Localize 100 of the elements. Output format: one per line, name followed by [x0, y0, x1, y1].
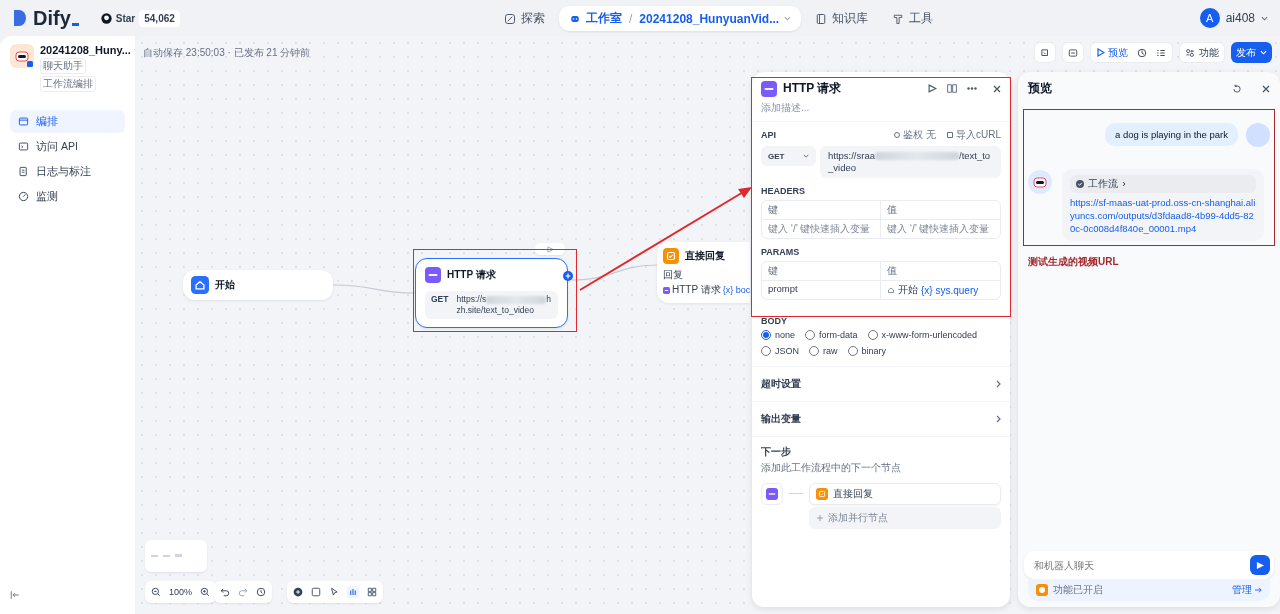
collapsible-section[interactable]: 输出变量 [752, 401, 1010, 436]
arrow-right-icon [1255, 587, 1262, 593]
chevron-right-icon [996, 415, 1001, 423]
section-description: 添加此工作流程中的下一个节点 [761, 461, 902, 475]
radio-label[interactable]: binary [861, 346, 887, 356]
terminal-icon [18, 141, 29, 152]
http-node-icon [663, 286, 670, 294]
radio-label[interactable]: JSON [775, 346, 799, 356]
user-message: a dog is playing in the park [1104, 123, 1238, 146]
method-label: GET [431, 294, 449, 306]
undo-icon[interactable] [220, 587, 230, 597]
collapsible-section[interactable]: 超时设置 [752, 366, 1010, 401]
add-parallel-node-button[interactable]: 添加并行节点 [809, 507, 1001, 529]
body-type-radio[interactable] [867, 330, 878, 340]
run-icon[interactable] [928, 84, 937, 93]
http-request-node[interactable]: HTTP 请求 GET https://s hzh.site/text_to_video [415, 258, 568, 328]
chevron-right-icon [1122, 181, 1126, 187]
layout-icon[interactable] [367, 587, 377, 597]
github-star-link[interactable]: Star [115, 12, 136, 24]
url-field[interactable]: https://sraa /text_to_video [820, 146, 1001, 178]
add-node-icon[interactable] [563, 271, 573, 281]
robot-icon [1033, 176, 1047, 188]
features-button[interactable]: 功能 [1179, 42, 1225, 63]
start-node[interactable]: 开始 [183, 270, 333, 300]
manage-link[interactable]: 管理 [1232, 583, 1262, 597]
nav-tab[interactable]: 工具 [882, 6, 944, 31]
body-type-radio[interactable] [847, 346, 858, 356]
plus-icon [817, 515, 823, 521]
section-label: BODY [761, 316, 787, 326]
list-icon[interactable] [1156, 47, 1166, 58]
sidebar-item[interactable]: 监测 [10, 185, 125, 208]
note-icon[interactable] [311, 587, 321, 597]
panel-title: 预览 [1028, 80, 1052, 97]
refresh-icon[interactable] [1232, 83, 1242, 94]
body-type-radio[interactable] [809, 346, 819, 356]
book-icon[interactable] [947, 84, 957, 93]
body-type-radio[interactable] [761, 330, 771, 340]
collapse-sidebar-icon[interactable] [10, 590, 20, 600]
env-button[interactable] [1062, 42, 1084, 63]
features-icon [1036, 584, 1048, 596]
body-type-radio[interactable] [761, 346, 771, 356]
user-avatar [1246, 123, 1270, 147]
preview-button[interactable]: 预览 [1097, 45, 1128, 60]
section-label: HEADERS [761, 186, 805, 196]
node-title: 开始 [215, 278, 235, 292]
workflow-status[interactable]: 工作流 [1070, 175, 1256, 193]
app-name[interactable]: 20241208_Huny... [40, 44, 131, 56]
sidebar-item[interactable]: 日志与标注 [10, 160, 125, 183]
chat-input[interactable]: 和机器人聊天 [1032, 558, 1250, 572]
sidebar-item[interactable]: 编排 [10, 110, 125, 133]
annotation-text: 测试生成的视频URL [1028, 255, 1120, 269]
radio-label[interactable]: form-data [819, 330, 858, 340]
more-icon[interactable] [967, 87, 977, 90]
history-icon[interactable] [256, 587, 266, 597]
body-type-radio[interactable] [805, 330, 816, 340]
variables-icon [1068, 47, 1078, 58]
nav-tab[interactable]: 工作室 / 20241208_HunyuanVid... [559, 6, 802, 31]
play-icon [546, 245, 554, 253]
add-block-icon[interactable] [293, 587, 303, 597]
auth-button[interactable]: 鉴权 无 [893, 128, 936, 142]
home-icon [887, 286, 895, 294]
variable-name: {x} boc [722, 285, 751, 295]
close-icon[interactable] [993, 84, 1001, 93]
layout-icon [18, 116, 29, 127]
panel-title: HTTP 请求 [783, 80, 842, 97]
radio-label[interactable]: x-www-form-urlencoded [881, 330, 978, 340]
zoom-in-icon[interactable] [200, 587, 211, 597]
node-label: 回复 [663, 268, 684, 282]
answer-node[interactable]: 直接回复 回复 HTTP 请求 {x} boc [657, 242, 751, 303]
chevron-down-icon [1261, 15, 1268, 21]
gauge-icon [18, 191, 29, 202]
import-curl-button[interactable]: 导入cURL [946, 128, 1001, 142]
send-button[interactable] [1250, 555, 1270, 575]
user-name[interactable]: ai408 [1225, 11, 1255, 25]
param-key-field[interactable]: prompt [762, 281, 881, 299]
close-icon[interactable] [1262, 84, 1270, 93]
video-url-link[interactable]: https://sf-maas-uat-prod.oss-cn-shanghai.aliyuncs.com/outputs/d3fdaad8-4b99-4dd5-820c-0c008d4f840e_00001.mp4 [1070, 196, 1256, 235]
http-node-icon [766, 488, 778, 500]
checklist-button[interactable] [1034, 42, 1056, 63]
node-outline-drawing [151, 554, 182, 557]
section-label: API [761, 130, 776, 140]
zoom-level[interactable]: 100% [169, 587, 193, 597]
history-icon[interactable] [1137, 47, 1147, 58]
document-icon [18, 166, 29, 177]
radio-label[interactable]: raw [823, 346, 838, 356]
publish-button[interactable]: 发布 [1231, 42, 1272, 63]
header-input-field[interactable]: 键入 ‘/’ 键快速插入变量 [881, 220, 1000, 238]
header-input-field[interactable]: 键入 ‘/’ 键快速插入变量 [762, 220, 881, 238]
user-avatar[interactable]: A [1199, 8, 1220, 28]
check-circle-icon [1076, 180, 1084, 188]
pointer-icon[interactable] [329, 587, 339, 597]
nav-tab[interactable]: 探索 [494, 6, 555, 31]
chat-input-box[interactable]: 和机器人聊天 [1024, 551, 1274, 579]
sidebar-item[interactable]: 访问 API [10, 135, 125, 158]
zoom-out-icon[interactable] [151, 587, 161, 597]
variable-reference[interactable]: 开始 {x} sys.query [887, 283, 994, 297]
method-select[interactable]: GET [761, 146, 816, 166]
nav-tab[interactable]: 知识库 [805, 6, 879, 31]
radio-label[interactable]: none [775, 330, 796, 340]
next-node-item[interactable]: 直接回复 [809, 483, 1001, 505]
